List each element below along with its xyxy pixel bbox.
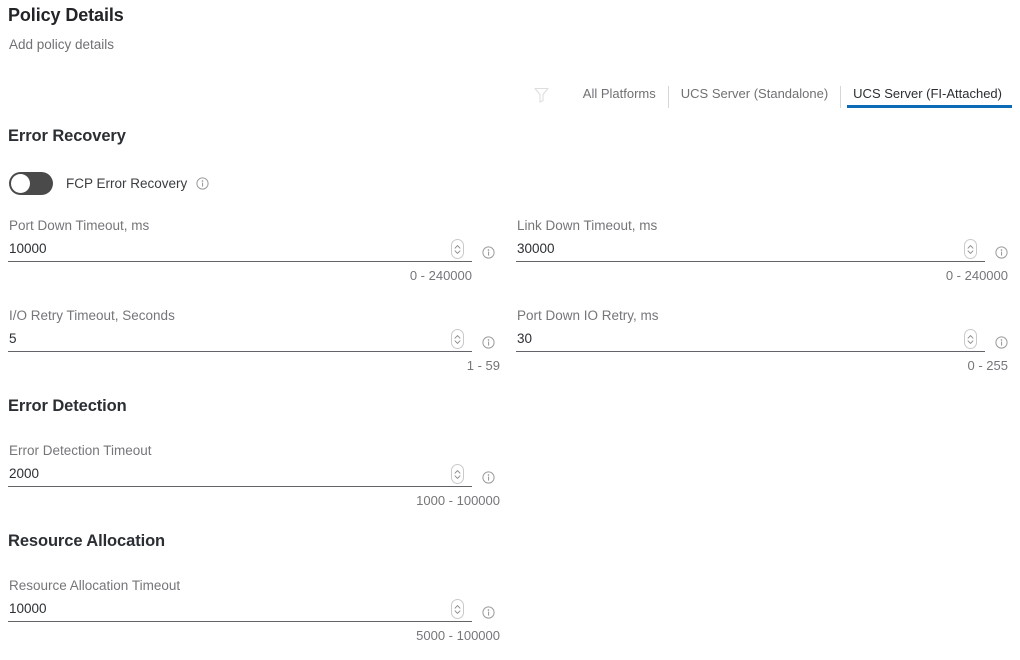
field-value: 2000	[9, 466, 40, 481]
field-range-hint: 0 - 240000	[409, 268, 472, 283]
field-range-hint: 0 - 240000	[945, 268, 1008, 283]
section-title-resource-allocation: Resource Allocation	[8, 532, 166, 550]
field-label: I/O Retry Timeout, Seconds	[9, 308, 175, 323]
field-port-down-timeout: Port Down Timeout, ms 10000 0 - 240000	[8, 218, 500, 283]
field-value: 10000	[9, 601, 47, 616]
field-resource-allocation-timeout: Resource Allocation Timeout 10000 5000 -…	[8, 578, 500, 643]
info-circle-icon[interactable]	[995, 336, 1008, 349]
fcp-error-recovery-row: FCP Error Recovery	[9, 172, 209, 195]
field-range-hint: 5000 - 100000	[416, 628, 500, 643]
toggle-knob	[11, 174, 30, 193]
error-detection-timeout-input[interactable]: 2000	[8, 462, 472, 487]
field-range-hint: 0 - 255	[967, 358, 1008, 373]
page-title: Policy Details	[8, 5, 124, 25]
field-port-down-io-retry: Port Down IO Retry, ms 30 0 - 255	[516, 308, 1012, 373]
section-title-error-recovery: Error Recovery	[8, 127, 126, 145]
field-error-detection-timeout: Error Detection Timeout 2000 1000 - 1000…	[8, 443, 500, 508]
info-circle-icon[interactable]	[482, 471, 495, 484]
port-down-io-retry-input[interactable]: 30	[516, 327, 985, 352]
link-down-timeout-input[interactable]: 30000	[516, 237, 985, 262]
info-circle-icon[interactable]	[482, 606, 495, 619]
field-value: 5	[9, 331, 17, 346]
tab-all-platforms[interactable]: All Platforms	[571, 86, 668, 108]
field-link-down-timeout: Link Down Timeout, ms 30000 0 - 240000	[516, 218, 1012, 283]
stepper-up-down-icon[interactable]	[451, 599, 464, 619]
resource-allocation-timeout-input[interactable]: 10000	[8, 597, 472, 622]
filter-funnel-icon[interactable]	[529, 84, 555, 106]
policy-details-page: Policy Details Add policy details All Pl…	[0, 0, 1020, 660]
field-range-hint: 1 - 59	[466, 358, 500, 373]
platform-filter-tabbar: All Platforms UCS Server (Standalone) UC…	[529, 78, 1014, 108]
fcp-error-recovery-toggle[interactable]	[9, 172, 53, 195]
field-range-hint: 1000 - 100000	[416, 493, 500, 508]
fcp-error-recovery-label: FCP Error Recovery	[66, 176, 188, 191]
field-value: 30000	[517, 241, 555, 256]
field-value: 10000	[9, 241, 47, 256]
info-circle-icon[interactable]	[482, 246, 495, 259]
stepper-up-down-icon[interactable]	[964, 239, 977, 259]
field-label: Link Down Timeout, ms	[517, 218, 658, 233]
stepper-up-down-icon[interactable]	[451, 329, 464, 349]
port-down-timeout-input[interactable]: 10000	[8, 237, 472, 262]
stepper-up-down-icon[interactable]	[451, 239, 464, 259]
field-io-retry-timeout: I/O Retry Timeout, Seconds 5 1 - 59	[8, 308, 500, 373]
info-circle-icon[interactable]	[482, 336, 495, 349]
section-title-error-detection: Error Detection	[8, 397, 127, 415]
field-label: Error Detection Timeout	[9, 443, 152, 458]
tab-ucs-server-fi-attached[interactable]: UCS Server (FI-Attached)	[840, 86, 1014, 108]
stepper-up-down-icon[interactable]	[964, 329, 977, 349]
info-circle-icon[interactable]	[196, 177, 209, 190]
field-value: 30	[517, 331, 533, 346]
tab-ucs-server-standalone[interactable]: UCS Server (Standalone)	[667, 86, 840, 108]
info-circle-icon[interactable]	[995, 246, 1008, 259]
field-label: Port Down Timeout, ms	[9, 218, 150, 233]
page-subtitle: Add policy details	[9, 37, 115, 52]
stepper-up-down-icon[interactable]	[451, 464, 464, 484]
field-label: Port Down IO Retry, ms	[517, 308, 659, 323]
io-retry-timeout-input[interactable]: 5	[8, 327, 472, 352]
field-label: Resource Allocation Timeout	[9, 578, 181, 593]
